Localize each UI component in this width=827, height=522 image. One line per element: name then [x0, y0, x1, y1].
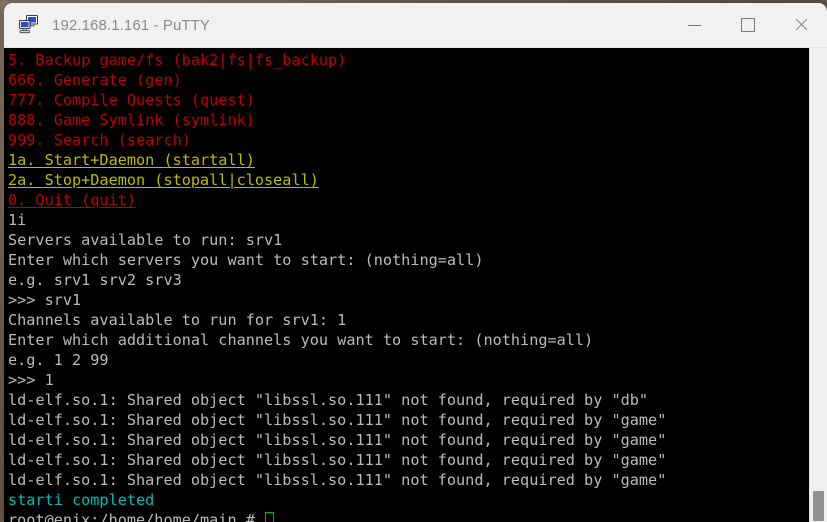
- session-line: ld-elf.so.1: Shared object "libssl.so.11…: [8, 450, 809, 470]
- session-line-text: Enter which additional channels you want…: [8, 331, 594, 349]
- menu-line: 777. Compile Quests (quest): [8, 90, 809, 110]
- prompt-line[interactable]: root@enix:/home/home/main #: [8, 510, 809, 522]
- session-line-text: ld-elf.so.1: Shared object "libssl.so.11…: [8, 471, 667, 489]
- close-button[interactable]: [774, 3, 827, 47]
- session-line-text: ld-elf.so.1: Shared object "libssl.so.11…: [8, 431, 667, 449]
- maximize-icon: [740, 18, 755, 32]
- menu-line-text: 888. Game Symlink (symlink): [8, 111, 255, 129]
- session-line: ld-elf.so.1: Shared object "libssl.so.11…: [8, 430, 809, 450]
- session-line: e.g. srv1 srv2 srv3: [8, 270, 809, 290]
- session-line-text: >>> srv1: [8, 291, 82, 309]
- session-line-text: ld-elf.so.1: Shared object "libssl.so.11…: [8, 451, 667, 469]
- session-line-text: e.g. 1 2 99: [8, 351, 109, 369]
- terminal-output[interactable]: 5. Backup game/fs (bak2|fs|fs_backup) 666…: [4, 48, 809, 522]
- vertical-scrollbar[interactable]: [809, 48, 827, 522]
- session-line: 1i: [8, 210, 809, 230]
- session-line: starti completed: [8, 490, 809, 510]
- putty-window: 192.168.1.161 - PuTTY 5. Backup game/fs …: [4, 3, 827, 522]
- menu-line-text: 0. Quit (quit): [8, 191, 137, 209]
- menu-line: 0. Quit (quit): [8, 190, 809, 210]
- minimize-button[interactable]: [668, 3, 721, 47]
- menu-line-text: 777. Compile Quests (quest): [8, 91, 255, 109]
- session-line: Enter which additional channels you want…: [8, 330, 809, 350]
- minimize-icon: [688, 24, 701, 26]
- menu-line-text: 2a. Stop+Daemon (stopall|closeall): [8, 171, 319, 189]
- session-line-text: starti completed: [8, 491, 155, 509]
- session-line-text: 1i: [8, 211, 27, 229]
- session-line: ld-elf.so.1: Shared object "libssl.so.11…: [8, 390, 809, 410]
- menu-line-text: 666. Generate (gen): [8, 71, 182, 89]
- menu-line: 1a. Start+Daemon (startall): [8, 150, 809, 170]
- shell-prompt: root@enix:/home/home/main #: [8, 511, 265, 522]
- scrollbar-thumb[interactable]: [813, 491, 824, 521]
- menu-line: 5. Backup game/fs (bak2|fs|fs_backup): [8, 50, 809, 70]
- maximize-button[interactable]: [721, 3, 774, 47]
- session-line-text: ld-elf.so.1: Shared object "libssl.so.11…: [8, 411, 667, 429]
- menu-line: 888. Game Symlink (symlink): [8, 110, 809, 130]
- session-line: >>> srv1: [8, 290, 809, 310]
- session-line-text: Servers available to run: srv1: [8, 231, 283, 249]
- session-line-text: ld-elf.so.1: Shared object "libssl.so.11…: [8, 391, 649, 409]
- menu-line: 666. Generate (gen): [8, 70, 809, 90]
- close-icon: [794, 18, 808, 32]
- title-bar[interactable]: 192.168.1.161 - PuTTY: [4, 3, 827, 48]
- putty-computer-icon: [19, 15, 38, 34]
- session-line: ld-elf.so.1: Shared object "libssl.so.11…: [8, 470, 809, 490]
- session-line: Servers available to run: srv1: [8, 230, 809, 250]
- menu-line-text: 5. Backup game/fs (bak2|fs|fs_backup): [8, 51, 347, 69]
- session-line-text: Channels available to run for srv1: 1: [8, 311, 347, 329]
- window-title: 192.168.1.161 - PuTTY: [52, 16, 211, 34]
- session-line: ld-elf.so.1: Shared object "libssl.so.11…: [8, 410, 809, 430]
- menu-line-text: 1a. Start+Daemon (startall): [8, 151, 255, 169]
- window-controls: [668, 3, 827, 47]
- session-line: Enter which servers you want to start: (…: [8, 250, 809, 270]
- session-line-text: e.g. srv1 srv2 srv3: [8, 271, 182, 289]
- menu-line: 2a. Stop+Daemon (stopall|closeall): [8, 170, 809, 190]
- session-line: e.g. 1 2 99: [8, 350, 809, 370]
- screen: 192.168.1.161 - PuTTY 5. Backup game/fs …: [0, 0, 827, 522]
- menu-line: 999. Search (search): [8, 130, 809, 150]
- session-line-text: >>> 1: [8, 371, 54, 389]
- session-line-text: Enter which servers you want to start: (…: [8, 251, 484, 269]
- session-line: >>> 1: [8, 370, 809, 390]
- menu-line-text: 999. Search (search): [8, 131, 191, 149]
- terminal-area: 5. Backup game/fs (bak2|fs|fs_backup) 666…: [4, 48, 827, 522]
- session-line: Channels available to run for srv1: 1: [8, 310, 809, 330]
- text-cursor: [265, 512, 275, 522]
